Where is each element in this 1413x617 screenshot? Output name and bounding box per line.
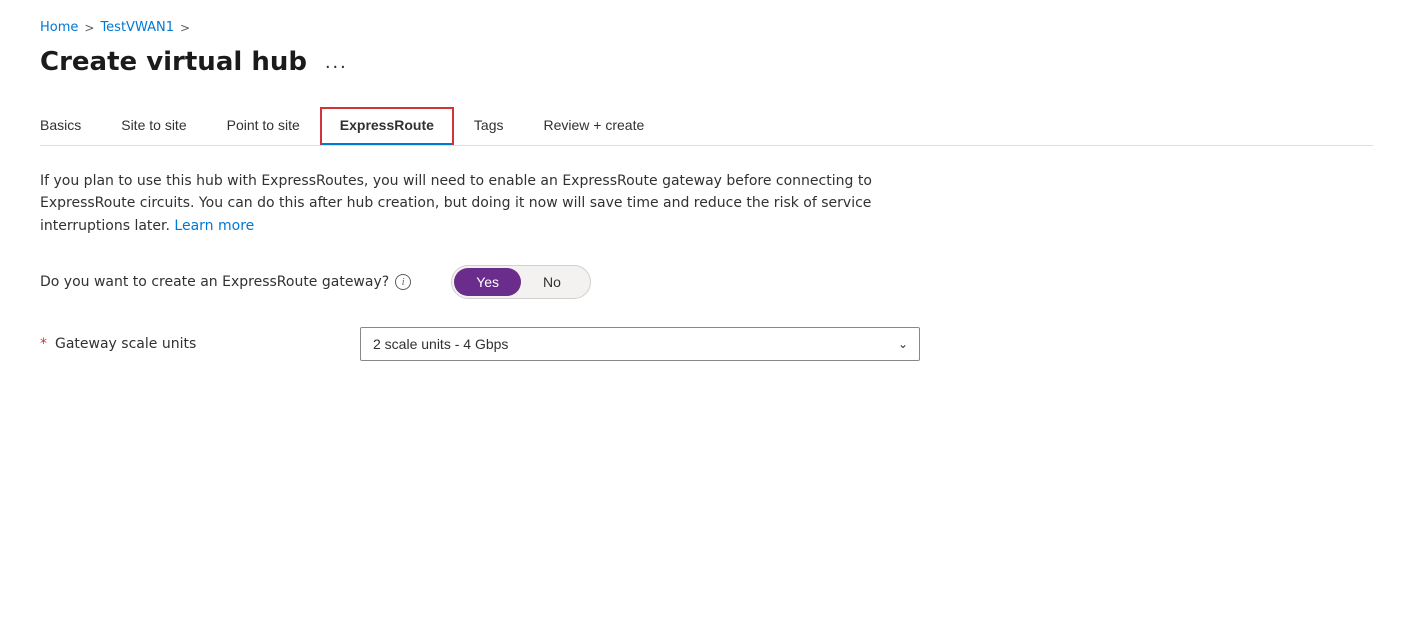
description-body: If you plan to use this hub with Express… — [40, 173, 872, 234]
tabs-container: Basics Site to site Point to site Expres… — [40, 107, 1373, 146]
tab-point-to-site[interactable]: Point to site — [207, 107, 320, 145]
toggle-yes-button[interactable]: Yes — [454, 268, 521, 296]
form-section: Do you want to create an ExpressRoute ga… — [40, 265, 1373, 361]
gateway-scale-select[interactable]: 1 scale unit - 2 Gbps 2 scale units - 4 … — [360, 327, 920, 361]
required-star: * — [40, 336, 47, 352]
tab-expressroute[interactable]: ExpressRoute — [320, 107, 454, 145]
ellipsis-button[interactable]: ... — [319, 49, 354, 76]
info-icon[interactable]: i — [395, 274, 411, 290]
breadcrumb-sep-2: > — [180, 21, 190, 35]
gateway-question-label: Do you want to create an ExpressRoute ga… — [40, 274, 411, 290]
gateway-scale-row: * Gateway scale units 1 scale unit - 2 G… — [40, 327, 1373, 361]
tab-review-create[interactable]: Review + create — [524, 107, 665, 145]
tab-basics[interactable]: Basics — [40, 107, 101, 145]
tab-tags[interactable]: Tags — [454, 107, 524, 145]
breadcrumb-vwan[interactable]: TestVWAN1 — [100, 20, 174, 35]
breadcrumb: Home > TestVWAN1 > — [40, 20, 1373, 35]
learn-more-link[interactable]: Learn more — [174, 218, 254, 234]
gateway-toggle-row: Do you want to create an ExpressRoute ga… — [40, 265, 1373, 299]
yes-no-toggle[interactable]: Yes No — [451, 265, 591, 299]
breadcrumb-sep-1: > — [84, 21, 94, 35]
description-text: If you plan to use this hub with Express… — [40, 170, 900, 237]
page-header: Create virtual hub ... — [40, 47, 1373, 77]
gateway-scale-dropdown-container: 1 scale unit - 2 Gbps 2 scale units - 4 … — [360, 327, 920, 361]
page-container: Home > TestVWAN1 > Create virtual hub ..… — [0, 0, 1413, 381]
tab-site-to-site[interactable]: Site to site — [101, 107, 206, 145]
gateway-scale-label: * Gateway scale units — [40, 336, 320, 352]
toggle-no-button[interactable]: No — [521, 268, 583, 296]
page-title: Create virtual hub — [40, 47, 307, 77]
breadcrumb-home[interactable]: Home — [40, 20, 78, 35]
